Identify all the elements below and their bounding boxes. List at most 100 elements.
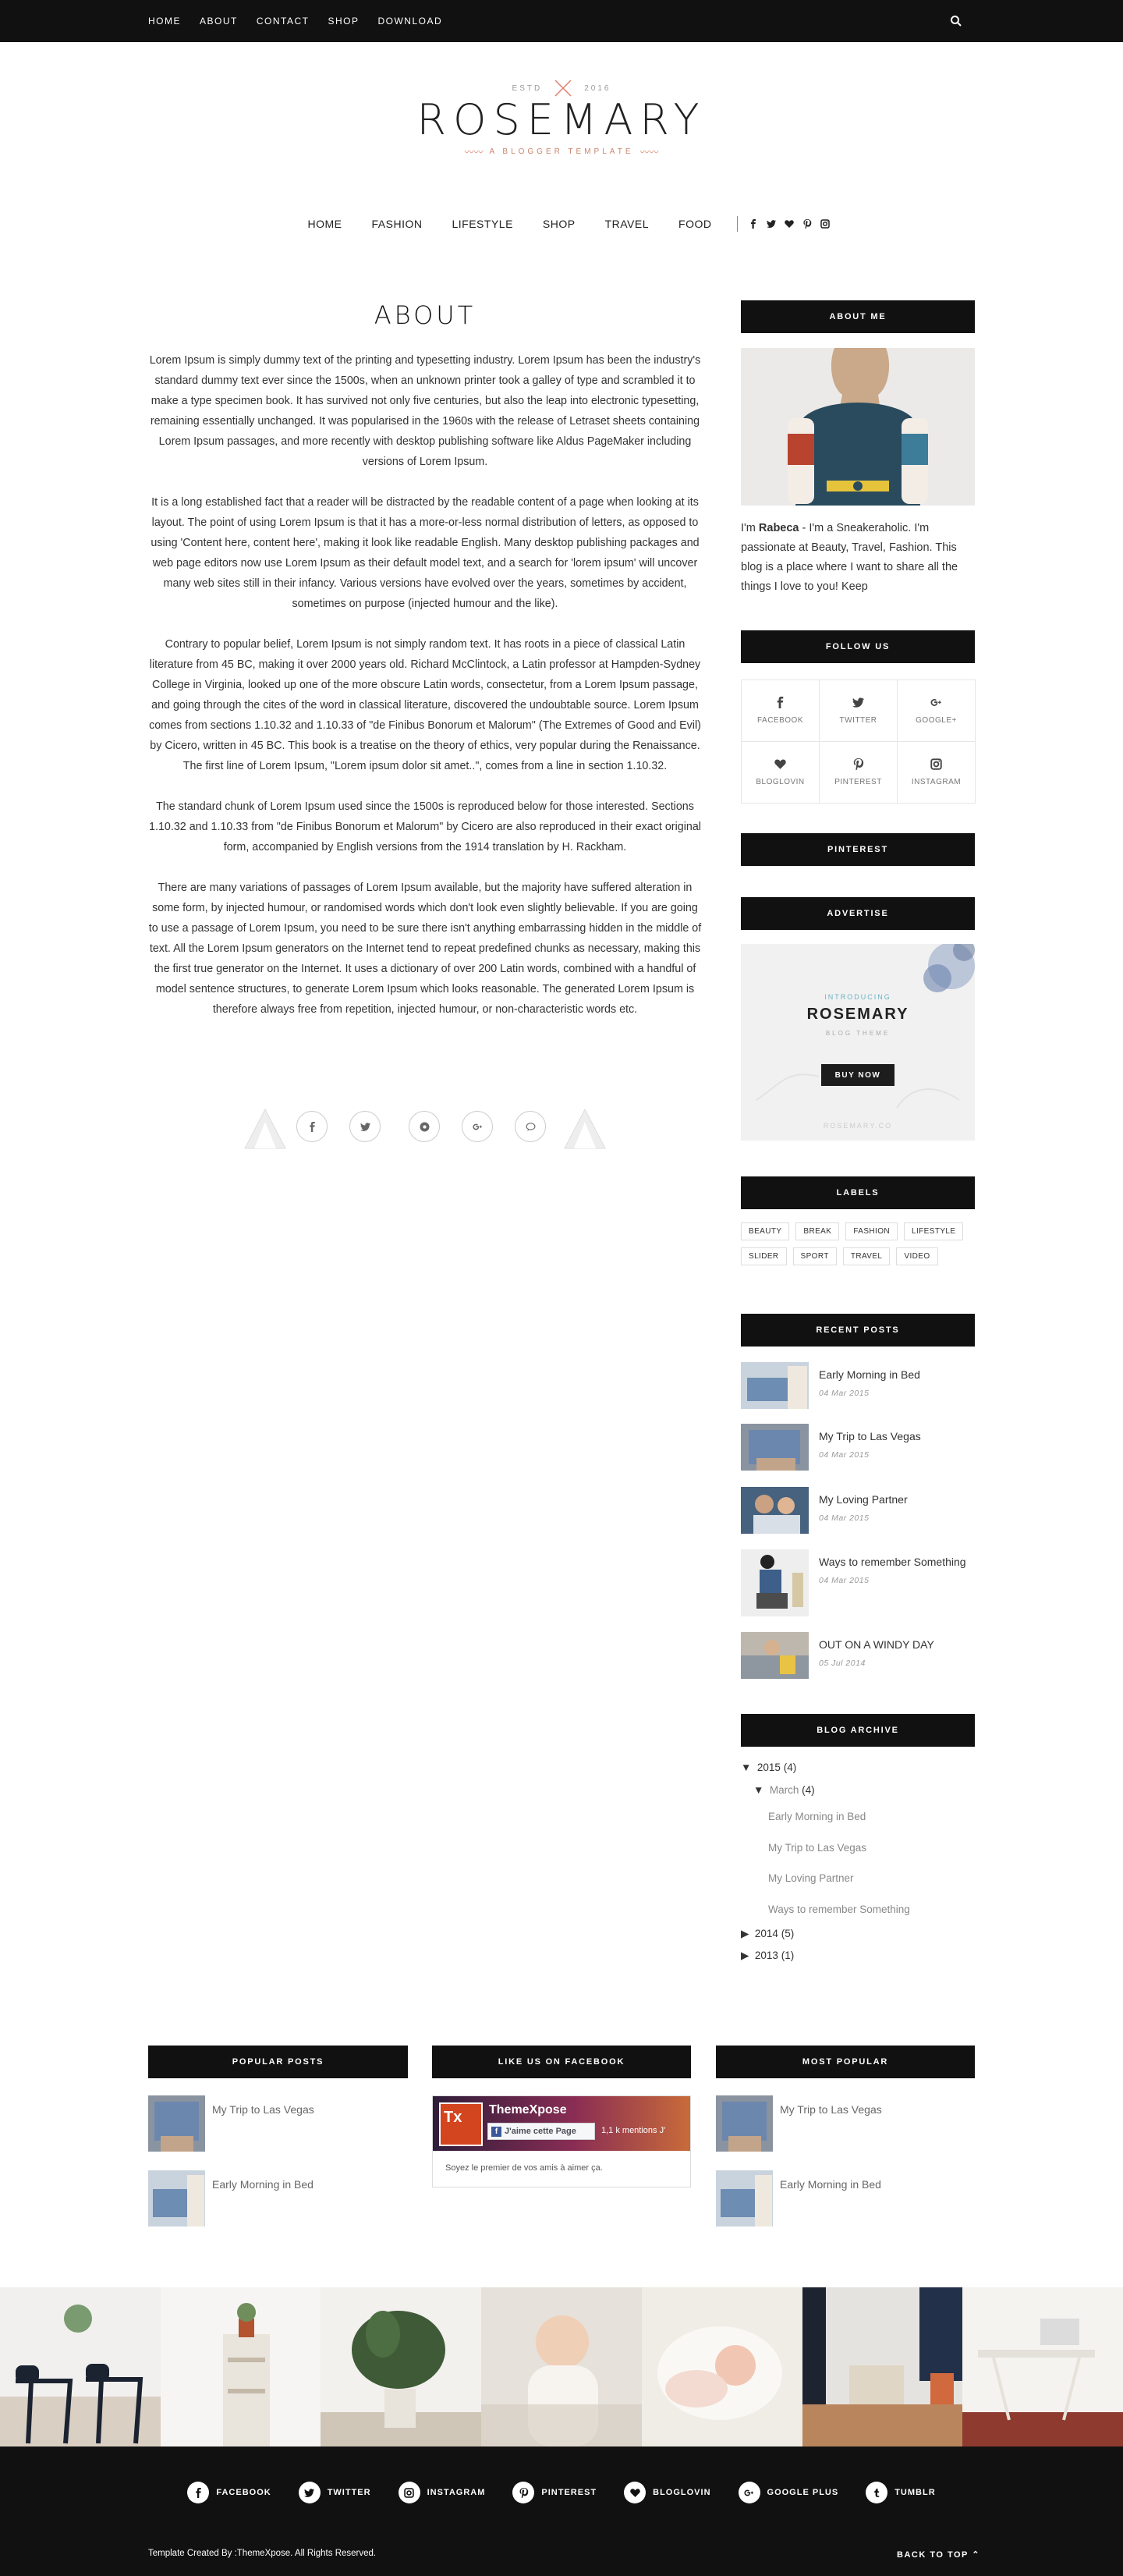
follow-instagram[interactable]: INSTAGRAM <box>897 741 976 804</box>
nav-home[interactable]: HOME <box>308 218 342 230</box>
archive-year-2015[interactable]: ▼ 2015 (4) <box>741 1762 796 1773</box>
label-tag[interactable]: TRAVEL <box>842 1247 891 1265</box>
footer-facebook-link[interactable]: FACEBOOK <box>187 2482 271 2503</box>
recent-post-title[interactable]: Ways to remember Something <box>819 1556 966 1568</box>
label-tag[interactable]: VIDEO <box>896 1247 938 1265</box>
nav-travel[interactable]: TRAVEL <box>605 218 649 230</box>
nav-shop[interactable]: SHOP <box>543 218 576 230</box>
archive-post-link[interactable]: My Loving Partner <box>768 1872 854 1884</box>
follow-google-plus[interactable]: GOOGLE+ <box>897 679 976 742</box>
twitter-icon[interactable] <box>767 219 777 229</box>
popular-post-thumb[interactable] <box>148 2095 205 2152</box>
facebook-page-name[interactable]: ThemeXpose <box>489 2103 567 2117</box>
most-popular-title-text[interactable]: Early Morning in Bed <box>780 2178 881 2191</box>
top-menu-shop[interactable]: SHOP <box>328 16 359 27</box>
footer-social-label[interactable]: FACEBOOK <box>216 2488 271 2497</box>
recent-post-thumb[interactable] <box>741 1424 809 1471</box>
toggle-down-icon[interactable]: ▼ <box>753 1784 763 1796</box>
advertise-banner[interactable]: INTRODUCING ROSEMARY BLOG THEME BUY NOW … <box>741 944 975 1141</box>
footer-social-label[interactable]: TWITTER <box>328 2488 371 2497</box>
gallery-image[interactable] <box>641 2287 802 2446</box>
label-tag[interactable]: SLIDER <box>741 1247 787 1265</box>
archive-month-label[interactable]: March <box>770 1784 799 1796</box>
archive-post-link[interactable]: Ways to remember Something <box>768 1904 910 1915</box>
archive-year-2013[interactable]: ▶ 2013 (1) <box>741 1950 794 1962</box>
most-popular-title-text[interactable]: My Trip to Las Vegas <box>780 2103 882 2116</box>
recent-post-thumb[interactable] <box>741 1549 809 1616</box>
nav-food[interactable]: FOOD <box>678 218 711 230</box>
nav-lifestyle[interactable]: LIFESTYLE <box>452 218 512 230</box>
top-menu-about[interactable]: ABOUT <box>200 16 238 27</box>
recent-post-title[interactable]: My Trip to Las Vegas <box>819 1430 921 1442</box>
archive-month-march[interactable]: ▼ March (4) <box>753 1784 815 1796</box>
nav-fashion[interactable]: FASHION <box>372 218 423 230</box>
toggle-right-icon[interactable]: ▶ <box>741 1928 749 1939</box>
label-tag[interactable]: SPORT <box>792 1247 837 1265</box>
label-tag[interactable]: LIFESTYLE <box>904 1222 964 1240</box>
footer-pinterest-link[interactable]: PINTEREST <box>512 2482 597 2503</box>
footer-social-label[interactable]: GOOGLE PLUS <box>767 2488 839 2497</box>
footer-bloglovin-link[interactable]: BLOGLOVIN <box>624 2482 710 2503</box>
popular-post-item[interactable]: Early Morning in Bed <box>148 2170 408 2227</box>
share-comment-button[interactable] <box>515 1111 546 1142</box>
footer-social-label[interactable]: INSTAGRAM <box>427 2488 486 2497</box>
facebook-like-button[interactable]: f J'aime cette Page <box>487 2123 595 2140</box>
recent-post-thumb[interactable] <box>741 1632 809 1679</box>
archive-year-label[interactable]: 2014 <box>755 1928 778 1939</box>
gallery-image[interactable] <box>802 2287 963 2446</box>
archive-year-label[interactable]: 2013 <box>755 1950 778 1961</box>
site-logo[interactable]: ESTD 2016 ROSEMARY 〰〰 A BLOGGER TEMPLATE… <box>0 78 1123 158</box>
facebook-page-plugin[interactable]: Tx ThemeXpose f J'aime cette Page 1,1 k m… <box>432 2095 691 2187</box>
footer-twitter-link[interactable]: TWITTER <box>298 2482 371 2503</box>
recent-post-title[interactable]: OUT ON A WINDY DAY <box>819 1638 934 1651</box>
instagram-icon[interactable] <box>820 219 831 229</box>
follow-twitter[interactable]: TWITTER <box>819 679 898 742</box>
chevron-up-icon[interactable]: ⌃ <box>972 2550 980 2560</box>
most-popular-thumb[interactable] <box>716 2170 773 2227</box>
follow-facebook[interactable]: FACEBOOK <box>741 679 820 742</box>
recent-post-thumb[interactable] <box>741 1362 809 1409</box>
popular-post-item[interactable]: My Trip to Las Vegas <box>148 2095 408 2152</box>
follow-pinterest[interactable]: PINTEREST <box>819 741 898 804</box>
follow-bloglovin[interactable]: BLOGLOVIN <box>741 741 820 804</box>
footer-instagram-link[interactable]: INSTAGRAM <box>398 2482 486 2503</box>
back-to-top-label[interactable]: BACK TO TOP <box>897 2550 969 2560</box>
footer-social-label[interactable]: PINTEREST <box>541 2488 597 2497</box>
recent-post-item[interactable]: OUT ON A WINDY DAY 05 Jul 2014 <box>741 1632 975 1679</box>
recent-post-title[interactable]: Early Morning in Bed <box>819 1368 920 1381</box>
back-to-top-link[interactable]: BACK TO TOP ⌃ <box>897 2549 980 2560</box>
gallery-image[interactable] <box>481 2287 642 2446</box>
most-popular-item[interactable]: My Trip to Las Vegas <box>716 2095 976 2152</box>
most-popular-item[interactable]: Early Morning in Bed <box>716 2170 976 2227</box>
most-popular-thumb[interactable] <box>716 2095 773 2152</box>
popular-post-thumb[interactable] <box>148 2170 205 2227</box>
label-tag[interactable]: BREAK <box>795 1222 840 1240</box>
footer-social-label[interactable]: TUMBLR <box>895 2488 935 2497</box>
archive-year-label[interactable]: 2015 <box>757 1762 781 1773</box>
archive-year-2014[interactable]: ▶ 2014 (5) <box>741 1928 794 1940</box>
ad-buy-button[interactable]: BUY NOW <box>821 1064 895 1086</box>
search-icon[interactable] <box>950 15 962 27</box>
footer-tumblr-link[interactable]: TUMBLR <box>866 2482 935 2503</box>
toggle-right-icon[interactable]: ▶ <box>741 1950 749 1961</box>
recent-post-item[interactable]: Early Morning in Bed 04 Mar 2015 <box>741 1362 975 1409</box>
popular-post-title[interactable]: Early Morning in Bed <box>212 2178 314 2191</box>
recent-post-item[interactable]: Ways to remember Something 04 Mar 2015 <box>741 1549 975 1616</box>
share-facebook-button[interactable] <box>296 1111 328 1142</box>
pinterest-icon[interactable] <box>802 219 812 229</box>
label-tag[interactable]: FASHION <box>845 1222 898 1240</box>
gallery-image[interactable] <box>160 2287 321 2446</box>
recent-post-thumb[interactable] <box>741 1487 809 1534</box>
share-google-plus-button[interactable] <box>462 1111 493 1142</box>
heart-icon[interactable] <box>785 219 795 229</box>
top-menu-contact[interactable]: CONTACT <box>257 16 310 27</box>
popular-post-title[interactable]: My Trip to Las Vegas <box>212 2103 314 2116</box>
top-menu-download[interactable]: DOWNLOAD <box>377 16 442 27</box>
footer-google-plus-link[interactable]: GOOGLE PLUS <box>738 2482 839 2503</box>
archive-post-link[interactable]: Early Morning in Bed <box>768 1811 866 1822</box>
recent-post-item[interactable]: My Loving Partner 04 Mar 2015 <box>741 1487 975 1534</box>
toggle-down-icon[interactable]: ▼ <box>741 1762 751 1773</box>
footer-social-label[interactable]: BLOGLOVIN <box>653 2488 710 2497</box>
facebook-icon[interactable] <box>749 219 758 229</box>
top-menu-home[interactable]: HOME <box>148 16 181 27</box>
